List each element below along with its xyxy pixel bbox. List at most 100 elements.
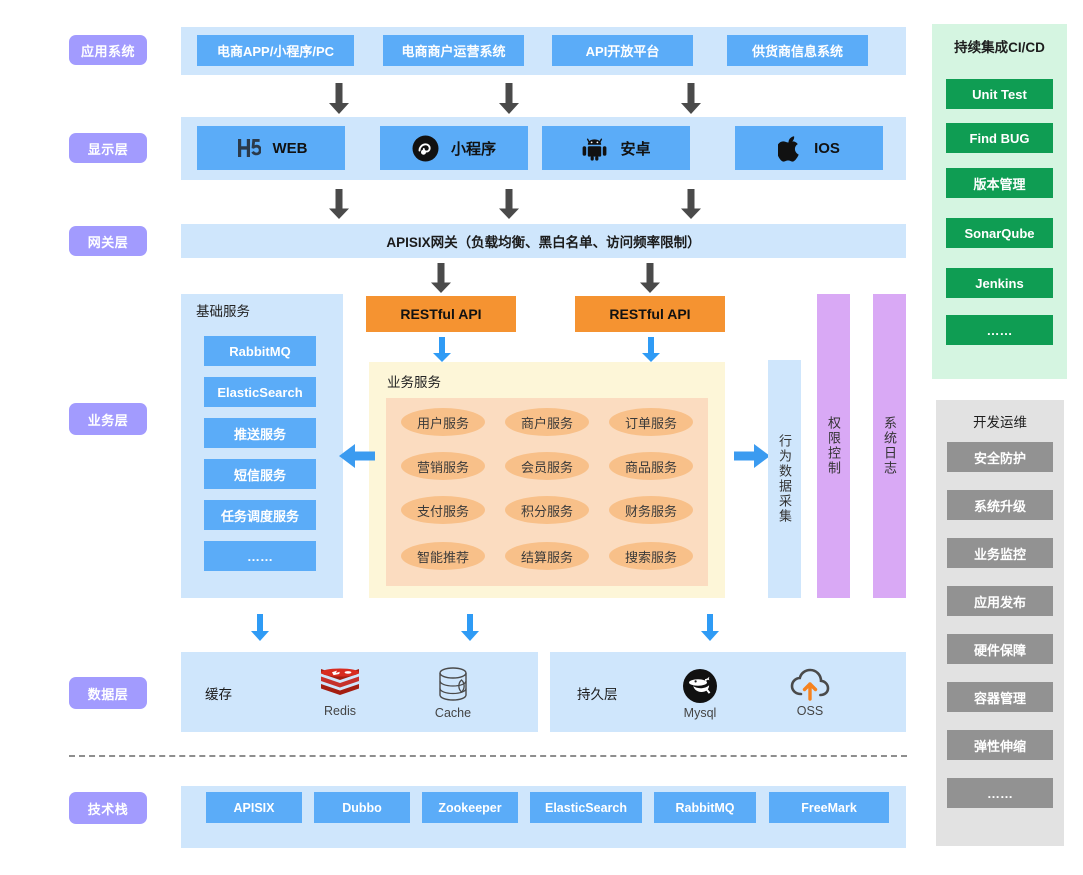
presentation-tile-ios[interactable]: IOS: [735, 126, 883, 170]
tech-stack-chip-2[interactable]: Zookeeper: [422, 792, 518, 823]
devops-item-7[interactable]: ……: [947, 778, 1053, 808]
presentation-tile-web[interactable]: WEB: [197, 126, 345, 170]
business-service-pill-7[interactable]: 积分服务: [505, 496, 589, 524]
application-system-chip-3[interactable]: 供货商信息系统: [727, 35, 868, 66]
business-service-pill-1[interactable]: 商户服务: [505, 408, 589, 436]
basic-service-item-4[interactable]: 任务调度服务: [204, 500, 316, 530]
cicd-item-5[interactable]: ……: [946, 315, 1053, 345]
business-service-pill-8[interactable]: 财务服务: [609, 496, 693, 524]
devops-item-5[interactable]: 容器管理: [947, 682, 1053, 712]
tech-stack-chip-0[interactable]: APISIX: [206, 792, 302, 823]
business-service-pill-0[interactable]: 用户服务: [401, 408, 485, 436]
persistence-item-label: Mysql: [683, 706, 717, 720]
basic-service-label: ……: [247, 548, 273, 564]
cache-item-redis[interactable]: Redis: [305, 668, 375, 720]
cicd-item-2[interactable]: 版本管理: [946, 168, 1053, 198]
h5-icon: [237, 139, 261, 157]
basic-service-item-5[interactable]: ……: [204, 541, 316, 571]
business-service-pill-4[interactable]: 会员服务: [505, 452, 589, 480]
persistence-item-label: OSS: [796, 704, 824, 718]
vertical-bar-permission-control[interactable]: 权限控制: [817, 294, 850, 598]
tech-stack-label: APISIX: [233, 800, 275, 815]
persistence-item-mysql[interactable]: Mysql: [665, 668, 735, 722]
cicd-item-4[interactable]: Jenkins: [946, 268, 1053, 298]
application-system-chip-1[interactable]: 电商商户运营系统: [383, 35, 524, 66]
cache-item-cache[interactable]: Cache: [418, 666, 488, 722]
layer-label-text: 技术栈: [87, 801, 129, 817]
business-service-label: 订单服务: [624, 415, 677, 431]
devops-item-label: 应用发布: [973, 594, 1026, 610]
apple-icon: [778, 135, 799, 162]
cicd-item-3[interactable]: SonarQube: [946, 218, 1053, 248]
restful-api-right[interactable]: RESTful API: [575, 296, 725, 332]
tech-stack-chip-3[interactable]: ElasticSearch: [530, 792, 642, 823]
layer-label-business: 业务层: [69, 403, 147, 435]
application-system-label: 电商APP/小程序/PC: [216, 44, 334, 59]
devops-item-3[interactable]: 应用发布: [947, 586, 1053, 616]
layer-label-text: 应用系统: [80, 43, 135, 59]
business-service-pill-2[interactable]: 订单服务: [609, 408, 693, 436]
cache-item-label: Redis: [324, 704, 356, 718]
business-service-label: 结算服务: [520, 549, 573, 565]
devops-item-label: ……: [987, 785, 1013, 801]
devops-item-6[interactable]: 弹性伸缩: [947, 730, 1053, 760]
cicd-item-label: Unit Test: [972, 86, 1027, 102]
business-service-pill-11[interactable]: 搜索服务: [609, 542, 693, 570]
restful-api-left[interactable]: RESTful API: [366, 296, 516, 332]
wechat-miniprogram-icon: [412, 135, 439, 161]
layer-label-text: 数据层: [87, 686, 129, 702]
basic-service-label: 任务调度服务: [220, 508, 299, 524]
business-service-pill-10[interactable]: 结算服务: [505, 542, 589, 570]
business-service-label: 用户服务: [416, 415, 469, 431]
arrow-down-business-to-cache-2: [461, 614, 479, 641]
mysql-dolphin-icon: [683, 669, 717, 703]
presentation-tile-android[interactable]: 安卓: [542, 126, 690, 170]
arrow-down-gateway-to-restful-2: [640, 263, 660, 293]
devops-title: 开发运维: [973, 415, 1027, 430]
tech-stack-label: Zookeeper: [438, 800, 502, 815]
arrow-down-app-to-presentation-2: [499, 83, 519, 114]
basic-service-item-3[interactable]: 短信服务: [204, 459, 316, 489]
devops-item-0[interactable]: 安全防护: [947, 442, 1053, 472]
restful-api-label: RESTful API: [400, 306, 482, 322]
tech-stack-chip-5[interactable]: FreeMark: [769, 792, 889, 823]
cicd-item-0[interactable]: Unit Test: [946, 79, 1053, 109]
basic-service-item-1[interactable]: ElasticSearch: [204, 377, 316, 407]
arrow-down-presentation-to-gateway-3: [681, 189, 701, 219]
business-service-label: 搜索服务: [624, 549, 677, 565]
arrow-down-business-to-cache-1: [251, 614, 269, 641]
business-service-pill-5[interactable]: 商品服务: [609, 452, 693, 480]
arrow-down-restful-to-business-1: [433, 337, 451, 362]
business-service-pill-9[interactable]: 智能推荐: [401, 542, 485, 570]
cicd-item-1[interactable]: Find BUG: [946, 123, 1053, 153]
business-service-pill-3[interactable]: 营销服务: [401, 452, 485, 480]
business-service-pill-6[interactable]: 支付服务: [401, 496, 485, 524]
restful-api-label: RESTful API: [609, 306, 691, 322]
devops-item-label: 业务监控: [973, 546, 1026, 562]
arrow-down-business-to-persistence: [701, 614, 719, 641]
devops-item-label: 弹性伸缩: [973, 738, 1026, 754]
presentation-tile-miniprogram[interactable]: 小程序: [380, 126, 528, 170]
basic-service-item-0[interactable]: RabbitMQ: [204, 336, 316, 366]
persistence-item-oss[interactable]: OSS: [775, 668, 845, 722]
persistence-title: 持久层: [577, 687, 618, 702]
tech-stack-chip-4[interactable]: RabbitMQ: [654, 792, 756, 823]
basic-service-item-2[interactable]: 推送服务: [204, 418, 316, 448]
application-system-chip-0[interactable]: 电商APP/小程序/PC: [197, 35, 354, 66]
application-system-label: 供货商信息系统: [751, 44, 843, 59]
tech-stack-chip-1[interactable]: Dubbo: [314, 792, 410, 823]
application-system-chip-2[interactable]: API开放平台: [552, 35, 693, 66]
vertical-bar-behavior-collect[interactable]: 行为数据采集: [768, 360, 801, 598]
basic-services-title: 基础服务: [196, 304, 250, 319]
devops-item-2[interactable]: 业务监控: [947, 538, 1053, 568]
arrow-down-restful-to-business-2: [642, 337, 660, 362]
basic-service-label: 短信服务: [233, 467, 286, 483]
cicd-title: 持续集成CI/CD: [954, 40, 1045, 55]
devops-item-4[interactable]: 硬件保障: [947, 634, 1053, 664]
arrow-down-app-to-presentation-3: [681, 83, 701, 114]
devops-item-1[interactable]: 系统升级: [947, 490, 1053, 520]
arrow-down-gateway-to-restful-1: [431, 263, 451, 293]
vertical-bar-system-log[interactable]: 系统日志: [873, 294, 906, 598]
devops-item-label: 硬件保障: [973, 642, 1026, 658]
business-service-label: 营销服务: [416, 459, 469, 475]
